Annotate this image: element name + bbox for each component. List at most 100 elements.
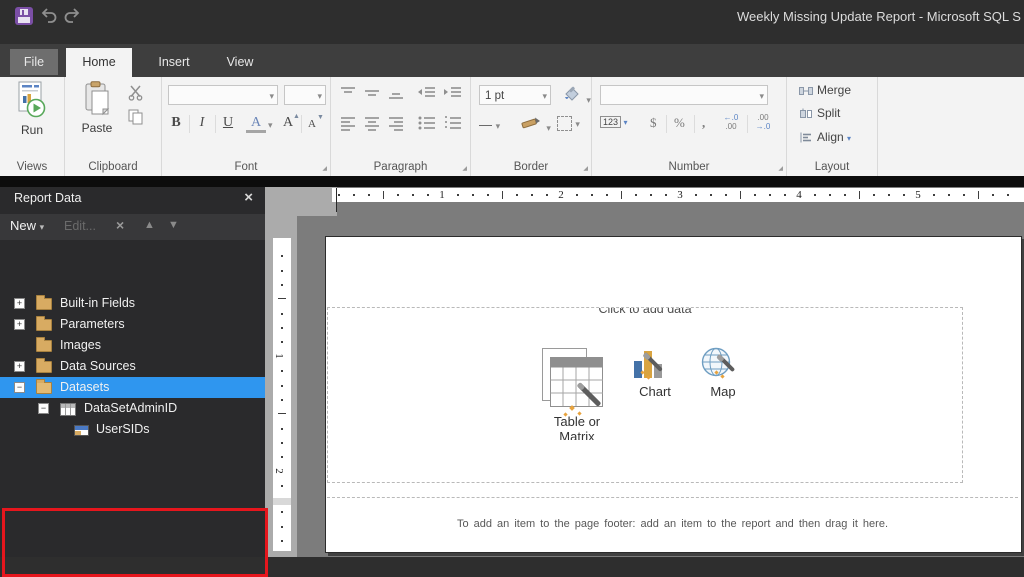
decrease-decimal-button[interactable]: .00→.0 bbox=[750, 113, 776, 131]
tree-item-images[interactable]: Images bbox=[0, 335, 265, 356]
layout-group-label: Layout bbox=[787, 161, 877, 173]
merge-label: Merge bbox=[817, 83, 851, 97]
table-or-matrix-button[interactable] bbox=[542, 348, 612, 414]
collapse-icon[interactable]: − bbox=[38, 403, 49, 414]
ribbon-group-border: 1 pt▾ ▾ — ▾ ▾ ▾ Border ◢ bbox=[471, 77, 592, 176]
expand-icon[interactable]: + bbox=[14, 298, 25, 309]
line-glyph: — bbox=[479, 117, 492, 132]
tab-home[interactable]: Home bbox=[66, 48, 132, 77]
map-button[interactable] bbox=[701, 347, 743, 383]
tree-item-datasets[interactable]: − Datasets bbox=[0, 377, 265, 398]
chevron-down-icon[interactable]: ▾ bbox=[268, 120, 273, 131]
align-right-icon[interactable] bbox=[387, 115, 405, 134]
report-builder-window: Weekly Missing Update Report - Microsoft… bbox=[0, 0, 1024, 557]
percent-button[interactable]: % bbox=[674, 115, 685, 131]
italic-button[interactable]: I bbox=[192, 115, 212, 131]
ruler-tick bbox=[546, 194, 548, 196]
align-left-icon[interactable] bbox=[339, 115, 357, 134]
views-group-label: Views bbox=[0, 161, 64, 173]
delete-icon[interactable]: × bbox=[116, 217, 124, 233]
ruler-tick bbox=[368, 194, 370, 196]
chart-button[interactable] bbox=[633, 347, 675, 383]
move-down-icon[interactable]: ▼ bbox=[168, 219, 179, 231]
title-bar: Weekly Missing Update Report - Microsoft… bbox=[0, 0, 1024, 44]
ruler-number: 2 bbox=[273, 468, 285, 474]
save-icon[interactable] bbox=[15, 7, 33, 25]
ruler-tick bbox=[873, 194, 875, 196]
border-dialog-launcher-icon[interactable]: ◢ bbox=[583, 165, 588, 172]
border-color-icon[interactable]: ▾ bbox=[519, 115, 551, 134]
increase-decimal-button[interactable]: ←.0.00 bbox=[718, 113, 744, 131]
tree-item-usersids[interactable]: UserSIDs bbox=[0, 419, 265, 440]
tab-view[interactable]: View bbox=[214, 48, 266, 77]
underline-button[interactable]: U bbox=[218, 115, 238, 131]
comma-button[interactable]: , bbox=[702, 115, 705, 131]
font-color-button[interactable]: A bbox=[246, 115, 266, 133]
tree-item-datasetadminid[interactable]: − DataSetAdminID bbox=[0, 398, 265, 419]
align-top-icon[interactable] bbox=[339, 85, 357, 104]
move-up-icon[interactable]: ▲ bbox=[144, 219, 155, 231]
ruler-tick bbox=[281, 526, 283, 528]
tree-item-parameters[interactable]: + Parameters bbox=[0, 314, 265, 335]
ribbon-group-paragraph: Paragraph ◢ bbox=[331, 77, 471, 176]
number-format-button[interactable]: 123 ▾ bbox=[600, 117, 628, 127]
ruler-tick bbox=[992, 194, 994, 196]
font-family-select[interactable]: ▾ bbox=[168, 85, 278, 105]
tab-file[interactable]: File bbox=[10, 49, 58, 75]
align-center-icon[interactable] bbox=[363, 115, 381, 134]
undo-icon[interactable] bbox=[39, 6, 59, 24]
split-button[interactable]: Split bbox=[799, 106, 840, 126]
expand-icon[interactable]: + bbox=[14, 361, 25, 372]
tree-item-data-sources[interactable]: + Data Sources bbox=[0, 356, 265, 377]
increase-indent-icon[interactable] bbox=[443, 85, 463, 104]
ruler-tick bbox=[281, 270, 283, 272]
close-icon[interactable]: × bbox=[244, 189, 253, 206]
window-title: Weekly Missing Update Report - Microsoft… bbox=[737, 9, 1024, 24]
border-group-label: Border bbox=[471, 161, 591, 173]
tab-insert[interactable]: Insert bbox=[146, 48, 202, 77]
redo-icon[interactable] bbox=[62, 6, 82, 24]
font-dialog-launcher-icon[interactable]: ◢ bbox=[322, 165, 327, 172]
paragraph-dialog-launcher-icon[interactable]: ◢ bbox=[462, 165, 467, 172]
expand-icon[interactable]: + bbox=[14, 319, 25, 330]
ruler-number: 4 bbox=[796, 188, 802, 202]
align-button[interactable]: Align ▾ bbox=[799, 130, 851, 150]
bold-button[interactable]: B bbox=[166, 115, 186, 131]
ruler-tick bbox=[383, 191, 384, 199]
new-button[interactable]: New ▾ bbox=[10, 218, 44, 233]
ruler-tick bbox=[278, 298, 286, 299]
ruler-tick bbox=[412, 194, 414, 196]
merge-button[interactable]: Merge bbox=[799, 83, 851, 103]
copy-button[interactable] bbox=[128, 109, 144, 128]
collapse-icon[interactable]: − bbox=[14, 382, 25, 393]
cut-button[interactable] bbox=[127, 84, 144, 104]
bullet-list-icon[interactable] bbox=[417, 115, 437, 134]
numbered-list-icon[interactable] bbox=[443, 115, 463, 134]
align-middle-icon[interactable] bbox=[363, 85, 381, 104]
decrease-indent-icon[interactable] bbox=[417, 85, 437, 104]
chevron-down-icon: ▾ bbox=[496, 121, 501, 131]
chevron-down-icon: ▾ bbox=[269, 86, 274, 106]
fill-color-icon[interactable]: ▾ bbox=[561, 85, 591, 106]
ruler-number: 3 bbox=[677, 188, 683, 202]
chevron-down-icon: ▾ bbox=[847, 134, 851, 143]
run-button[interactable]: Run bbox=[14, 81, 50, 137]
align-bottom-icon[interactable] bbox=[387, 85, 405, 104]
horizontal-ruler: 12345 bbox=[332, 188, 1024, 202]
number-dialog-launcher-icon[interactable]: ◢ bbox=[778, 165, 783, 172]
design-surface: 12345 12 Click to add data bbox=[265, 187, 1024, 557]
report-page[interactable]: Click to add data bbox=[325, 236, 1022, 553]
font-size-select[interactable]: ▾ bbox=[284, 85, 326, 105]
border-width-select[interactable]: 1 pt▾ bbox=[479, 85, 551, 105]
borders-box-icon[interactable]: ▾ bbox=[557, 116, 580, 131]
paste-button[interactable]: Paste bbox=[77, 81, 117, 135]
edit-button[interactable]: Edit... bbox=[64, 219, 96, 233]
run-icon bbox=[17, 108, 47, 122]
report-body-region[interactable]: Click to add data bbox=[327, 307, 963, 483]
tree-item-built-in-fields[interactable]: + Built-in Fields bbox=[0, 293, 265, 314]
ruler-number: 1 bbox=[439, 188, 445, 202]
currency-button[interactable]: $ bbox=[650, 115, 657, 131]
border-style-button[interactable]: — ▾ bbox=[479, 117, 500, 132]
vertical-ruler: 12 bbox=[273, 238, 291, 498]
number-format-select[interactable]: ▾ bbox=[600, 85, 768, 105]
